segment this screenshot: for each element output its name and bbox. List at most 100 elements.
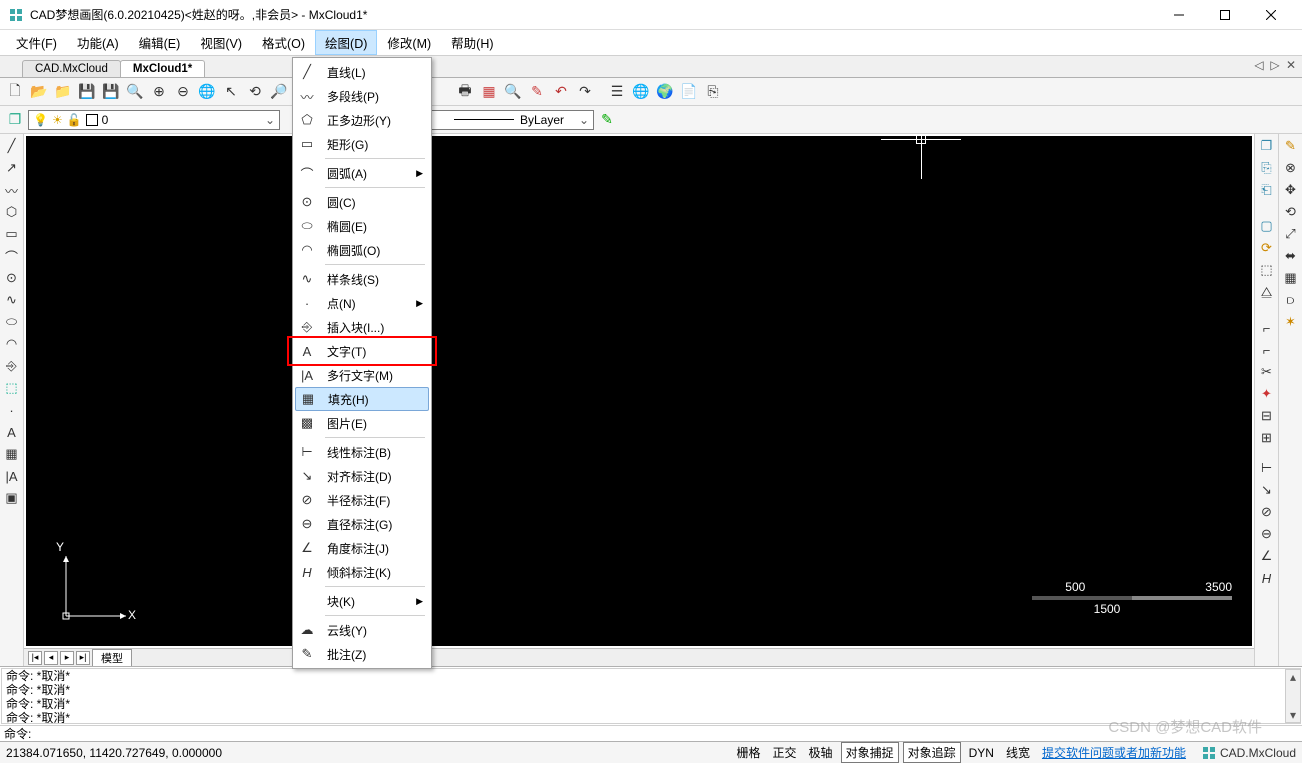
layers-icon[interactable]: ❐ (4, 109, 26, 131)
web-button[interactable]: 🌐 (630, 81, 652, 103)
layer-dropdown[interactable]: 💡 ☀ 🔓 0 ⌄ (28, 110, 280, 130)
menu-hatch[interactable]: ▦填充(H) (295, 387, 429, 411)
mtext-tool[interactable]: |A (2, 466, 22, 486)
minimize-button[interactable] (1156, 0, 1202, 30)
menu-help[interactable]: 帮助(H) (441, 30, 503, 55)
dim-angular-tool[interactable]: ∠ (1257, 546, 1277, 566)
toggle-osnap[interactable]: 对象捕捉 (841, 742, 899, 763)
scale-tool[interactable]: ⤢ (1281, 224, 1301, 244)
menu-dim-angular[interactable]: ∠角度标注(J) (295, 536, 429, 560)
maximize-button[interactable] (1202, 0, 1248, 30)
region-tool[interactable]: ▣ (2, 488, 22, 508)
zoom-window-button[interactable]: 🔍 (124, 81, 146, 103)
erase-tool[interactable]: ✎ (1281, 136, 1301, 156)
mirror-tool[interactable]: ⧋ (1257, 282, 1277, 302)
save-button[interactable]: 💾 (76, 81, 98, 103)
line-tool[interactable]: ╱ (2, 136, 22, 156)
copy-tool[interactable]: ❐ (1257, 136, 1277, 156)
menu-dim-linear[interactable]: ⊢线性标注(B) (295, 440, 429, 464)
open-recent-button[interactable]: 📁 (52, 81, 74, 103)
join-tool[interactable]: ⊞ (1257, 428, 1277, 448)
zoom-extents-button[interactable]: 🌐 (196, 81, 218, 103)
pdf-button[interactable]: 📄 (678, 81, 700, 103)
menu-dim-radius[interactable]: ⊘半径标注(F) (295, 488, 429, 512)
trim-tool[interactable]: ✂ (1257, 362, 1277, 382)
menu-file[interactable]: 文件(F) (6, 30, 67, 55)
stretch-tool[interactable]: ⬌ (1281, 246, 1301, 266)
dim-leader-tool[interactable]: H (1257, 568, 1277, 588)
menu-dim-aligned[interactable]: ↘对齐标注(D) (295, 464, 429, 488)
command-scrollbar[interactable]: ▴▾ (1285, 669, 1301, 723)
dim-diameter-tool[interactable]: ⊖ (1257, 524, 1277, 544)
tab-close-button[interactable]: ✕ (1284, 58, 1298, 72)
make-block-tool[interactable]: ⬚ (2, 378, 22, 398)
menu-view[interactable]: 视图(V) (190, 30, 252, 55)
ellipse-arc-tool[interactable]: ◠ (2, 334, 22, 354)
text-tool[interactable]: A (2, 422, 22, 442)
menu-ellipse-arc[interactable]: ◠椭圆弧(O) (295, 238, 429, 262)
saveas-button[interactable]: 💾 (100, 81, 122, 103)
toggle-lineweight[interactable]: 线宽 (1002, 743, 1034, 762)
offset-tool[interactable]: ⊗ (1281, 158, 1301, 178)
ellipse-tool[interactable]: ⬭ (2, 312, 22, 332)
menu-block[interactable]: 块(K)▶ (295, 589, 429, 613)
move-tool[interactable]: ✥ (1281, 180, 1301, 200)
open-button[interactable]: 📂 (28, 81, 50, 103)
toggle-ortho[interactable]: 正交 (769, 743, 801, 762)
close-button[interactable] (1248, 0, 1294, 30)
hatch-tool[interactable]: ▦ (2, 444, 22, 464)
array-tool[interactable]: ⬚ (1257, 260, 1277, 280)
menu-cloud[interactable]: ☁云线(Y) (295, 618, 429, 642)
insert-block-tool[interactable]: ⎆ (2, 356, 22, 376)
rotate-tool[interactable]: ⟲ (1281, 202, 1301, 222)
fillet-tool[interactable]: ⌐ (1257, 318, 1277, 338)
menu-spline[interactable]: ∿样条线(S) (295, 267, 429, 291)
redo-button[interactable]: ↷ (574, 81, 596, 103)
menu-draw[interactable]: 绘图(D) (315, 30, 377, 55)
menu-comment[interactable]: ✎批注(Z) (295, 642, 429, 666)
menu-modify[interactable]: 修改(M) (377, 30, 441, 55)
menu-function[interactable]: 功能(A) (67, 30, 129, 55)
polyline-tool[interactable]: 〰 (2, 180, 22, 200)
new-button[interactable]: 🗋 (4, 81, 26, 103)
rect-array-tool[interactable]: ▦ (1281, 268, 1301, 288)
layer-manager-button[interactable]: ☰ (606, 81, 628, 103)
tab-next-button[interactable]: ▷ (1268, 58, 1282, 72)
menu-line[interactable]: ╱直线(L) (295, 60, 429, 84)
tab-prev-button[interactable]: ◁ (1252, 58, 1266, 72)
globe-button[interactable]: 🌍 (654, 81, 676, 103)
toggle-otrack[interactable]: 对象追踪 (903, 742, 961, 763)
layout-next-button[interactable]: ▸ (60, 651, 74, 665)
linetype-dropdown[interactable]: ByLayer ⌄ (424, 110, 594, 130)
menu-point[interactable]: ·点(N)▶ (295, 291, 429, 315)
copy-clip-tool[interactable]: ⎘ (1257, 158, 1277, 178)
menu-rectangle[interactable]: ▭矩形(G) (295, 132, 429, 156)
export-button[interactable]: ⎘ (702, 81, 724, 103)
command-history[interactable]: 命令: *取消* 命令: *取消* 命令: *取消* 命令: *取消* (1, 668, 1301, 724)
menu-polyline[interactable]: 〰多段线(P) (295, 84, 429, 108)
menu-text[interactable]: A文字(T) (295, 339, 429, 363)
menu-ellipse[interactable]: ⬭椭圆(E) (295, 214, 429, 238)
tab-cad-mxcloud[interactable]: CAD.MxCloud (22, 60, 121, 77)
toggle-dyn[interactable]: DYN (965, 745, 998, 761)
edit-button[interactable]: ✎ (526, 81, 548, 103)
polygon-tool[interactable]: ⬡ (2, 202, 22, 222)
align-tool[interactable]: ⫐ (1281, 290, 1301, 310)
menu-format[interactable]: 格式(O) (252, 30, 315, 55)
window-tool[interactable]: ▢ (1257, 216, 1277, 236)
zoom-realtime-button[interactable]: 🔎 (268, 81, 290, 103)
menu-mtext[interactable]: |A多行文字(M) (295, 363, 429, 387)
print-button[interactable]: 🖶 (454, 81, 476, 103)
layout-last-button[interactable]: ▸| (76, 651, 90, 665)
chamfer-tool[interactable]: ⌐ (1257, 340, 1277, 360)
menu-edit[interactable]: 编辑(E) (129, 30, 191, 55)
menu-dim-diameter[interactable]: ⊖直径标注(G) (295, 512, 429, 536)
break-tool[interactable]: ⊟ (1257, 406, 1277, 426)
toggle-grid[interactable]: 栅格 (733, 743, 765, 762)
menu-polygon[interactable]: ⬠正多边形(Y) (295, 108, 429, 132)
drawing-canvas[interactable]: Y X 5003500 1500 (26, 136, 1252, 646)
spline-tool[interactable]: ∿ (2, 290, 22, 310)
arc-tool[interactable]: ⌒ (2, 246, 22, 266)
menu-arc[interactable]: ⌒圆弧(A)▶ (295, 161, 429, 185)
find-button[interactable]: 🔍 (502, 81, 524, 103)
